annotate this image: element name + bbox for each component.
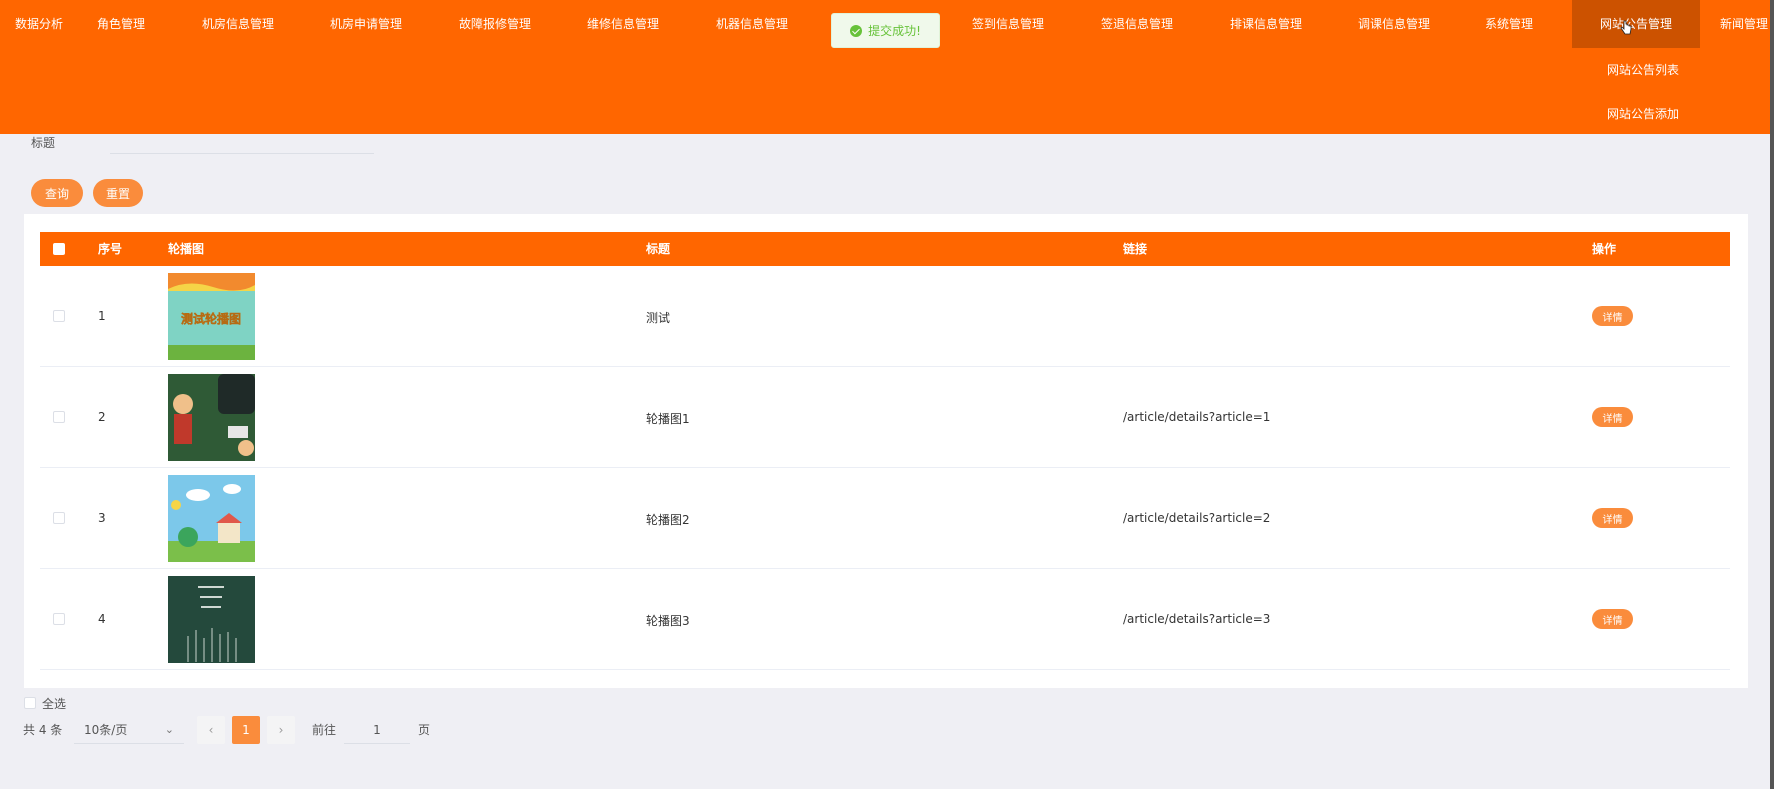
search-title-label: 标题 [31, 136, 56, 150]
goto-unit: 页 [418, 723, 431, 737]
detail-button[interactable]: 详情 [1592, 306, 1633, 326]
row-checkbox[interactable] [53, 310, 65, 322]
nav-item-room-apply[interactable]: 机房申请管理 [300, 0, 432, 48]
select-all-checkbox[interactable] [24, 697, 36, 709]
table-row: 1 测试轮播图 测试 详情 [40, 266, 1730, 367]
row-link: /article/details?article=1 [1123, 410, 1271, 424]
nav-item-schedule[interactable]: 排课信息管理 [1200, 0, 1332, 48]
table-header: 序号 轮播图 标题 链接 操作 [40, 232, 1730, 266]
search-title-input[interactable] [110, 128, 374, 154]
detail-button[interactable]: 详情 [1592, 508, 1633, 528]
page-number-current[interactable]: 1 [232, 716, 260, 744]
table-card: 序号 轮播图 标题 链接 操作 1 测试轮播图 测试 详情 2 轮播图1 /ar… [24, 214, 1748, 688]
check-circle-icon [850, 24, 863, 37]
nav-item-sign-in[interactable]: 签到信息管理 [942, 0, 1074, 48]
carousel-thumbnail[interactable] [168, 475, 255, 562]
top-header: 数据分析 角色管理 机房信息管理 机房申请管理 故障报修管理 维修信息管理 机器… [0, 0, 1774, 134]
select-all-header-checkbox[interactable] [53, 243, 65, 255]
row-index: 1 [98, 309, 106, 323]
success-toast: 提交成功! [831, 13, 940, 48]
nav-item-machine-info[interactable]: 机器信息管理 [686, 0, 818, 48]
nav-item-class-change[interactable]: 调课信息管理 [1328, 0, 1460, 48]
row-title: 轮播图2 [646, 513, 690, 527]
prev-page-button[interactable]: ‹ [197, 716, 225, 744]
row-title: 轮播图1 [646, 412, 690, 426]
nav-item-room-info[interactable]: 机房信息管理 [172, 0, 304, 48]
nav-item-repair-info[interactable]: 维修信息管理 [557, 0, 689, 48]
chevron-down-icon: ⌄ [164, 723, 174, 736]
header-image: 轮播图 [168, 242, 205, 256]
goto-page-input[interactable] [344, 716, 410, 744]
carousel-thumbnail[interactable] [168, 374, 255, 461]
row-title: 轮播图3 [646, 614, 690, 628]
row-index: 4 [98, 612, 106, 626]
hand-cursor-icon [1620, 20, 1632, 35]
table-row: 3 轮播图2 /article/details?article=2 详情 [40, 468, 1730, 569]
header-index: 序号 [98, 242, 123, 256]
header-action: 操作 [1592, 242, 1617, 256]
detail-button[interactable]: 详情 [1592, 609, 1633, 629]
nav-item-fault-report[interactable]: 故障报修管理 [429, 0, 561, 48]
dropdown-item-notice-list[interactable]: 网站公告列表 [1572, 48, 1714, 92]
goto-label: 前往 [312, 723, 337, 737]
pagination-total: 共 4 条 [23, 723, 63, 737]
query-button[interactable]: 查询 [31, 179, 83, 207]
page: 数据分析 角色管理 机房信息管理 机房申请管理 故障报修管理 维修信息管理 机器… [0, 0, 1774, 789]
toast-text: 提交成功! [868, 24, 921, 38]
site-notice-dropdown: 网站公告列表 网站公告添加 [1572, 48, 1714, 136]
page-size-value: 10条/页 [84, 723, 128, 737]
nav-item-data-analysis[interactable]: 数据分析 [0, 0, 78, 48]
row-checkbox[interactable] [53, 613, 65, 625]
window-edge [1770, 0, 1774, 789]
nav-item-role-management[interactable]: 角色管理 [80, 0, 162, 48]
header-title: 标题 [646, 242, 671, 256]
row-title: 测试 [646, 311, 671, 325]
nav-item-system[interactable]: 系统管理 [1466, 0, 1552, 48]
row-index: 3 [98, 511, 106, 525]
carousel-thumbnail[interactable]: 测试轮播图 [168, 273, 255, 360]
row-link: /article/details?article=3 [1123, 612, 1271, 626]
reset-button[interactable]: 重置 [93, 179, 143, 207]
nav-item-site-notice[interactable]: 网站公告管理 [1572, 0, 1700, 48]
thumbnail-text: 测试轮播图 [181, 311, 241, 326]
row-link: /article/details?article=2 [1123, 511, 1271, 525]
page-size-select[interactable]: 10条/页 ⌄ [74, 716, 184, 744]
row-index: 2 [98, 410, 106, 424]
row-checkbox[interactable] [53, 411, 65, 423]
next-page-button[interactable]: › [267, 716, 295, 744]
dropdown-item-notice-add[interactable]: 网站公告添加 [1572, 92, 1714, 136]
table-row: 2 轮播图1 /article/details?article=1 详情 [40, 367, 1730, 468]
detail-button[interactable]: 详情 [1592, 407, 1633, 427]
header-link: 链接 [1123, 242, 1148, 256]
select-all-label: 全选 [42, 697, 67, 711]
table-row: 4 轮播图3 /article/details?article=3 详情 [40, 569, 1730, 670]
carousel-thumbnail[interactable] [168, 576, 255, 663]
row-checkbox[interactable] [53, 512, 65, 524]
nav-item-news[interactable]: 新闻管理 [1704, 0, 1774, 48]
nav-item-sign-out[interactable]: 签退信息管理 [1071, 0, 1203, 48]
